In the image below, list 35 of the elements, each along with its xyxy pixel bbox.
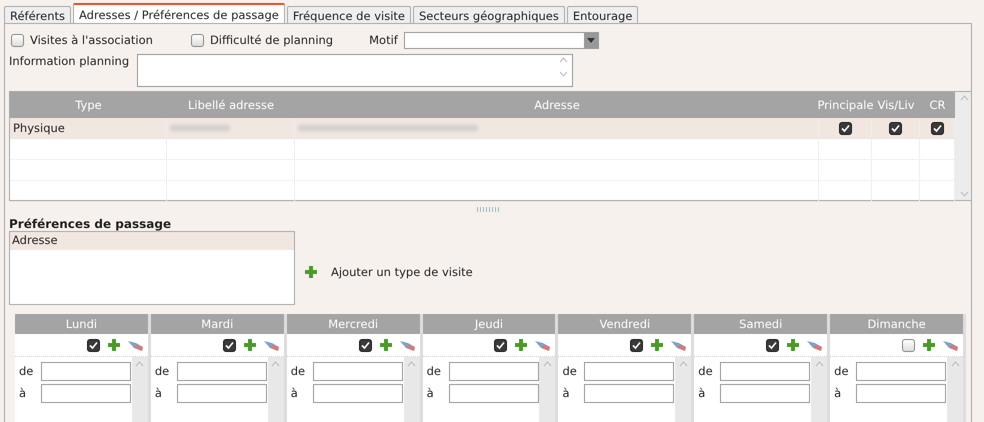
table-cell: Physique — [10, 118, 167, 138]
field-label: à — [562, 386, 570, 400]
column-header: Mardi — [150, 314, 284, 334]
tab[interactable]: Fréquence de visite — [286, 6, 411, 23]
column-header: Dimanche — [830, 314, 964, 334]
field-label: Information planning — [9, 54, 130, 70]
list-item[interactable]: Adresse — [10, 232, 294, 250]
field-label: Motif — [369, 33, 398, 47]
field-label: à — [698, 386, 706, 400]
add-link[interactable]: Ajouter un type de visite — [331, 264, 473, 278]
column-header: Vendredi — [558, 314, 692, 334]
column-header: Lundi — [15, 314, 148, 334]
table-row[interactable]: Physique — [10, 118, 955, 139]
field-label: à — [426, 386, 435, 400]
checkbox-label: Visites à l'association — [30, 33, 153, 47]
field-label: de — [426, 364, 442, 378]
field-label: à — [834, 386, 842, 400]
tab[interactable]: Adresses / Préférences de passage — [73, 3, 285, 23]
column-header: Mercredi — [286, 314, 420, 334]
field-label: à — [154, 386, 163, 400]
field-label: de — [154, 364, 170, 378]
column-header: Samedi — [694, 314, 828, 334]
field-label: à — [290, 386, 299, 400]
field-label: de — [698, 364, 714, 378]
field-label: de — [834, 364, 850, 378]
field-label: de — [290, 364, 306, 378]
section-title: Préférences de passage — [9, 217, 172, 231]
checkbox-label: Difficulté de planning — [210, 33, 334, 47]
column-header: Jeudi — [422, 314, 556, 334]
tab[interactable]: Entourage — [566, 6, 638, 23]
field-label: de — [19, 364, 34, 378]
tab[interactable]: Référents — [4, 6, 72, 23]
field-label: à — [19, 386, 28, 400]
tab[interactable]: Secteurs géographiques — [412, 6, 565, 23]
field-label: de — [562, 364, 578, 378]
